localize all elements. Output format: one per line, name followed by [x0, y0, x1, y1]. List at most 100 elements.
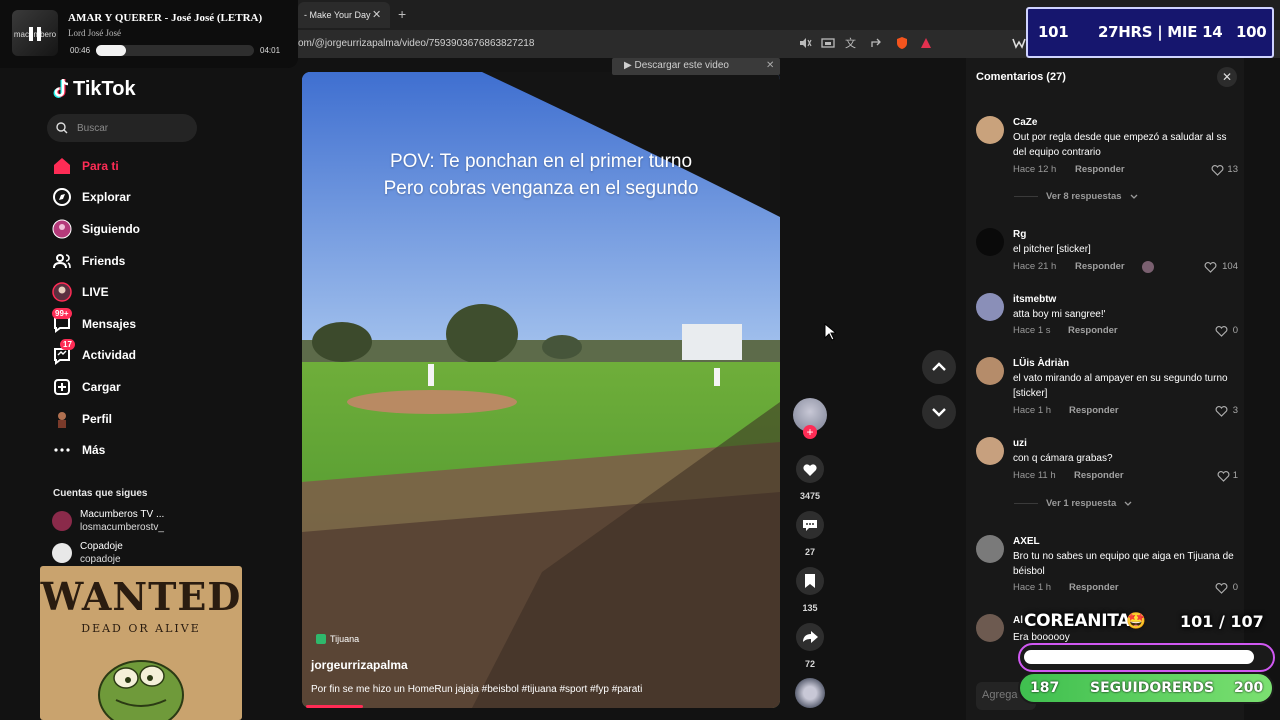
search-input[interactable]: [47, 114, 197, 142]
time-current: 00:46: [70, 46, 91, 55]
comment-avatar[interactable]: [976, 293, 1004, 321]
comment-like-count: 1: [1232, 470, 1238, 481]
reply-button[interactable]: Responder: [1069, 582, 1119, 593]
overlay-line-1: POV: Te ponchan en el primer turno: [389, 151, 693, 172]
comment-text: el pitcher [sticker]: [1013, 244, 1091, 255]
video-progress-bar[interactable]: [306, 705, 363, 708]
wanted-title: WANTED: [40, 574, 242, 619]
comment-like-button[interactable]: [1215, 325, 1228, 337]
profile-avatar-icon: [58, 412, 66, 428]
comment-like-button[interactable]: [1215, 582, 1228, 594]
account-avatar[interactable]: [52, 511, 72, 531]
comment-avatar[interactable]: [976, 228, 1004, 256]
cartoon-character-image: [98, 660, 184, 720]
close-comments-button[interactable]: ✕: [1217, 67, 1237, 87]
nav-siguiendo[interactable]: Siguiendo: [50, 216, 250, 242]
heart-outline-icon: [1215, 583, 1228, 594]
share-button[interactable]: [796, 623, 824, 651]
nav-mas[interactable]: Más: [50, 437, 250, 463]
like-button[interactable]: [796, 455, 824, 483]
overlay-line-2: Pero cobras venganza en el segundo: [383, 178, 699, 199]
download-close-icon[interactable]: ✕: [766, 60, 774, 71]
comment-like-button[interactable]: [1217, 470, 1230, 482]
comment-username[interactable]: CaZe: [1013, 117, 1037, 128]
share-page-icon[interactable]: [869, 36, 883, 50]
reply-button[interactable]: Responder: [1068, 325, 1118, 336]
mute-icon[interactable]: [798, 36, 812, 50]
cast-icon[interactable]: [821, 36, 835, 50]
location-pin-icon: [316, 634, 326, 644]
comment-button[interactable]: [796, 511, 824, 539]
new-tab-button[interactable]: +: [398, 6, 406, 22]
next-video-button[interactable]: [922, 395, 956, 429]
url-field[interactable]: om/@jorgeurrizapalma/video/7593903676863…: [298, 38, 534, 49]
comment-avatar[interactable]: [976, 116, 1004, 144]
brave-leo-icon[interactable]: [1012, 36, 1026, 50]
music-progress-fill: [96, 45, 127, 56]
comment-username[interactable]: Al: [1013, 615, 1023, 626]
video-author[interactable]: jorgeurrizapalma: [311, 658, 408, 672]
pause-icon[interactable]: [28, 26, 42, 42]
chevron-down-icon: [1124, 501, 1132, 506]
sound-disc[interactable]: [795, 678, 825, 708]
account-name[interactable]: Copadoje: [80, 541, 123, 552]
nav-friends[interactable]: Friends: [50, 248, 250, 274]
comment-text: con q cámara grabas?: [1013, 453, 1113, 464]
tiktok-logo[interactable]: TikTok: [73, 78, 136, 101]
comment-username[interactable]: itsmebtw: [1013, 294, 1056, 305]
reply-button[interactable]: Responder: [1069, 405, 1119, 416]
svg-text:文: 文: [845, 36, 856, 50]
view-replies-button[interactable]: Ver 8 respuestas: [1046, 191, 1122, 202]
comment-username[interactable]: uzi: [1013, 438, 1027, 449]
nav-perfil[interactable]: Perfil: [50, 406, 250, 432]
follow-plus-icon[interactable]: +: [803, 425, 817, 439]
heart-icon: [803, 464, 817, 476]
translate-icon[interactable]: 文: [845, 36, 859, 50]
share-count: 72: [804, 659, 815, 669]
reply-button[interactable]: Responder: [1075, 164, 1125, 175]
chevron-up-icon: [932, 362, 946, 371]
rewards-icon[interactable]: [919, 36, 933, 50]
comment-username[interactable]: Rg: [1013, 229, 1026, 240]
nav-para-ti[interactable]: Para ti: [50, 153, 250, 179]
comment-avatar[interactable]: [976, 614, 1004, 642]
comment-username[interactable]: AXEL: [1013, 536, 1040, 547]
comment-avatar[interactable]: [976, 437, 1004, 465]
video-caption[interactable]: Por fin se me hizo un HomeRun jajaja #be…: [311, 684, 642, 695]
reply-button[interactable]: Responder: [1075, 261, 1125, 272]
account-avatar[interactable]: [52, 543, 72, 563]
reply-button[interactable]: Responder: [1074, 470, 1124, 481]
location-tag[interactable]: Tijuana: [330, 634, 359, 644]
previous-video-button[interactable]: [922, 350, 956, 384]
comment-like-count: 3: [1232, 405, 1238, 416]
nav-actividad[interactable]: 17 Actividad: [50, 339, 250, 368]
friends-icon: [53, 254, 71, 269]
nav-mensajes[interactable]: 99+ Mensajes: [50, 308, 250, 337]
comment-like-button[interactable]: [1215, 405, 1228, 417]
download-video-button[interactable]: ▶ Descargar este video: [612, 58, 780, 75]
comment-username[interactable]: LÜis Àdriàn: [1013, 358, 1069, 369]
wanted-subtitle: DEAD OR ALIVE: [81, 622, 201, 635]
nav-explorar[interactable]: Explorar: [50, 184, 250, 210]
brave-shield-icon[interactable]: [895, 36, 909, 50]
comment-time: Hace 1 h: [1013, 405, 1052, 416]
nav-cargar[interactable]: Cargar: [50, 374, 250, 400]
more-dots-icon: [54, 448, 70, 452]
nav-live[interactable]: LIVE: [50, 279, 250, 305]
view-replies-button[interactable]: Ver 1 respuesta: [1046, 498, 1116, 509]
account-name[interactable]: Macumberos TV ...: [80, 509, 164, 520]
video-overlay-text: POV: Te ponchan en el primer turno Pero …: [302, 148, 780, 202]
comment-time: Hace 1 h: [1013, 582, 1052, 593]
goal-progress-fill: [1024, 650, 1255, 664]
save-count: 135: [802, 603, 818, 613]
comment-avatar[interactable]: [976, 535, 1004, 563]
comment-like-count: 0: [1232, 582, 1238, 593]
mouse-cursor-icon: [824, 323, 836, 341]
home-icon: [54, 158, 70, 174]
comment-avatar[interactable]: [976, 357, 1004, 385]
song-title: AMAR Y QUERER - José José (LETRA): [68, 12, 263, 24]
followers-current: 187: [1030, 680, 1060, 696]
search-placeholder: Buscar: [77, 123, 109, 134]
tab-close-icon[interactable]: ✕: [372, 8, 381, 21]
save-button[interactable]: [796, 567, 824, 595]
